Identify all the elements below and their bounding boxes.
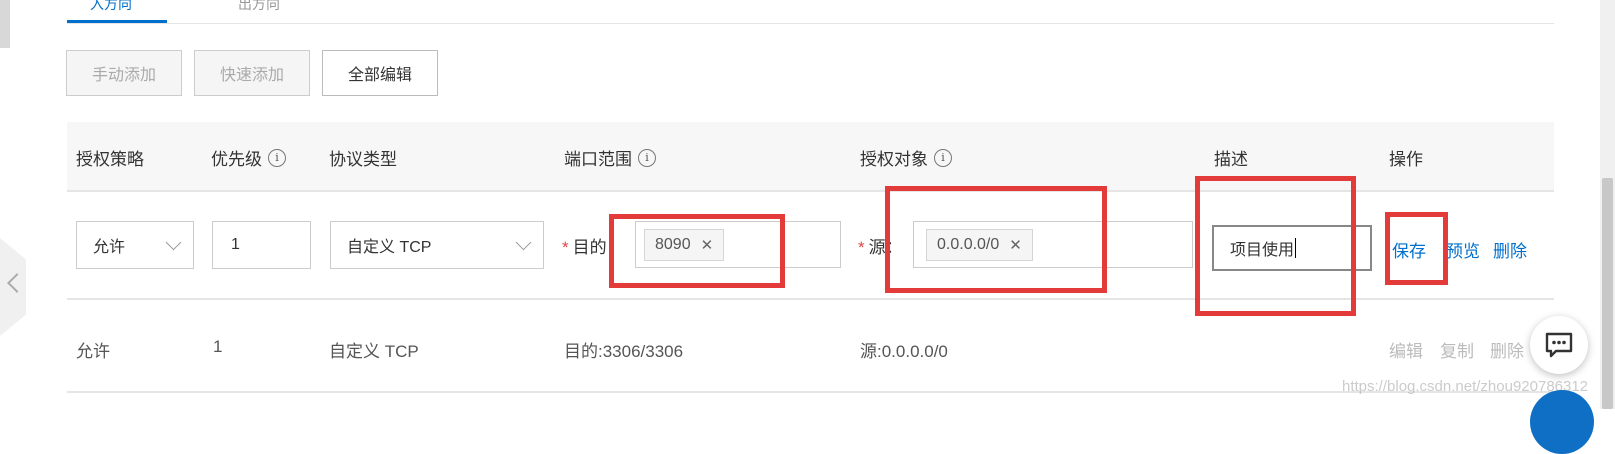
left-edge-bar bbox=[0, 0, 10, 48]
highlight-description-box bbox=[1195, 176, 1356, 316]
row-delete-link[interactable]: 删除 bbox=[1490, 337, 1524, 362]
tab-inbound[interactable]: 入方向 bbox=[90, 0, 132, 14]
required-star: * bbox=[562, 238, 569, 257]
policy-value: 允许 bbox=[93, 239, 126, 256]
info-icon[interactable]: i bbox=[934, 148, 952, 167]
preview-link[interactable]: 预览 bbox=[1446, 237, 1480, 262]
info-icon[interactable]: i bbox=[268, 148, 286, 167]
chevron-down-icon bbox=[515, 234, 532, 250]
info-icon[interactable]: i bbox=[638, 148, 656, 167]
tab-divider bbox=[67, 23, 1554, 24]
highlight-source-box bbox=[885, 186, 1107, 293]
chat-icon bbox=[1545, 332, 1573, 358]
edit-all-button[interactable]: 全部编辑 bbox=[322, 50, 438, 96]
priority-input[interactable]: 1 bbox=[212, 221, 311, 269]
header-auth-object: 授权对象 i bbox=[860, 145, 952, 170]
row-protocol: 自定义 TCP bbox=[329, 342, 419, 361]
highlight-port-box bbox=[609, 214, 785, 288]
row-policy: 允许 bbox=[76, 342, 110, 361]
protocol-value: 自定义 TCP bbox=[347, 239, 432, 256]
floating-action-button[interactable] bbox=[1530, 390, 1594, 454]
policy-select[interactable]: 允许 bbox=[76, 221, 194, 269]
quick-add-button[interactable]: 快速添加 bbox=[194, 50, 310, 96]
row-auth-object: 源:0.0.0.0/0 bbox=[860, 342, 948, 361]
delete-link[interactable]: 删除 bbox=[1493, 237, 1527, 262]
protocol-select[interactable]: 自定义 TCP bbox=[330, 221, 544, 269]
highlight-save-box bbox=[1385, 212, 1448, 285]
row-divider bbox=[67, 391, 1554, 393]
chevron-down-icon bbox=[165, 234, 182, 250]
manual-add-button[interactable]: 手动添加 bbox=[66, 50, 182, 96]
header-port-range: 端口范围 i bbox=[564, 145, 656, 170]
header-priority: 优先级 i bbox=[211, 145, 286, 170]
row-port-range: 目的:3306/3306 bbox=[564, 342, 684, 361]
required-star: * bbox=[858, 238, 865, 257]
scrollbar-thumb[interactable] bbox=[1602, 178, 1613, 409]
chat-button[interactable] bbox=[1530, 316, 1588, 374]
row-priority: 1 bbox=[213, 337, 223, 356]
row-copy-link[interactable]: 复制 bbox=[1440, 337, 1474, 362]
header-policy: 授权策略 bbox=[76, 150, 144, 169]
header-actions: 操作 bbox=[1389, 150, 1423, 169]
row-edit-link[interactable]: 编辑 bbox=[1389, 337, 1423, 362]
header-description: 描述 bbox=[1214, 150, 1248, 169]
header-protocol: 协议类型 bbox=[329, 150, 397, 169]
tab-outbound[interactable]: 出方向 bbox=[238, 0, 280, 14]
